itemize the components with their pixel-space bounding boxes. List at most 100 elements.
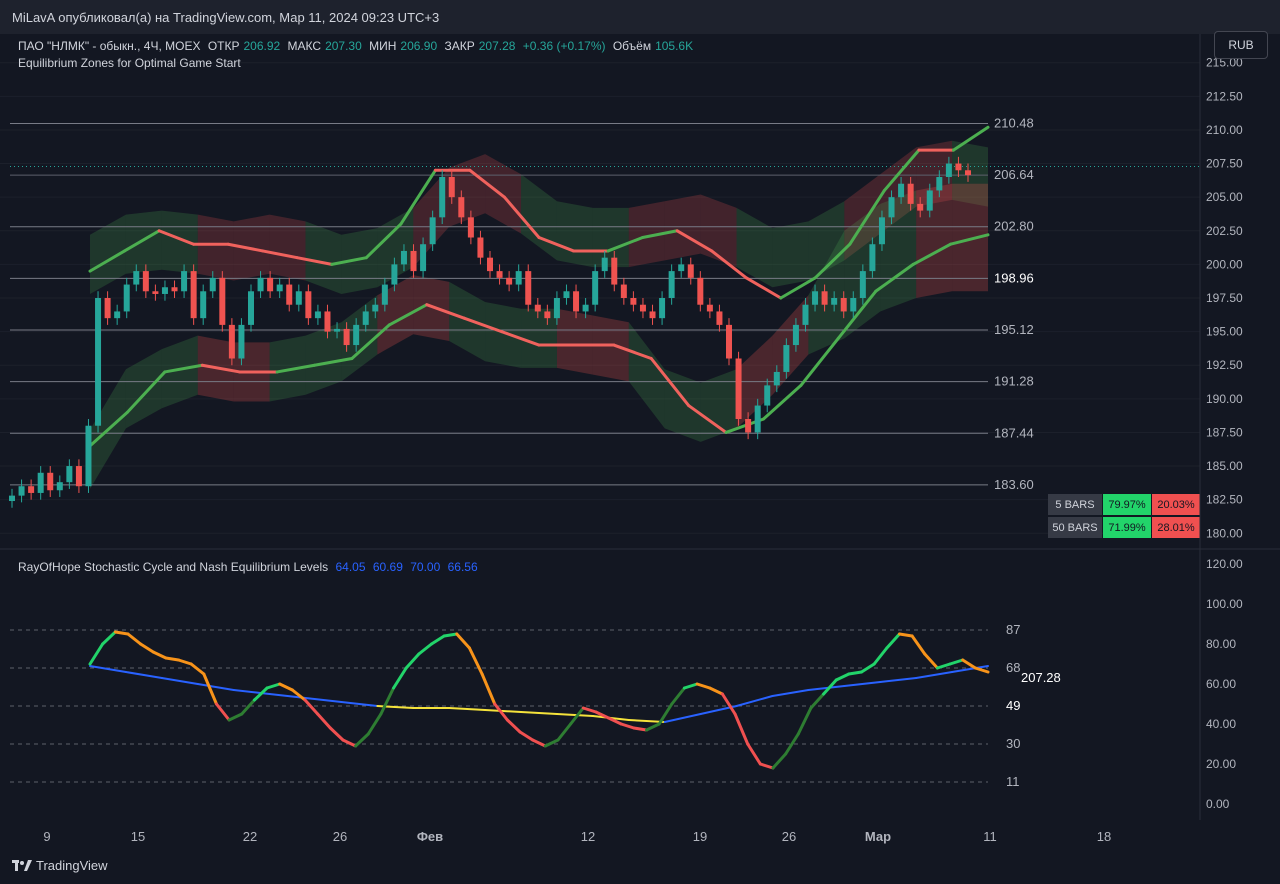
close-value: 207.28 xyxy=(478,39,516,53)
candle-body xyxy=(343,328,350,346)
osc-value-4: 66.56 xyxy=(447,560,478,574)
candle-body xyxy=(582,304,589,312)
candle-body xyxy=(515,271,522,285)
price-tick-label: 210.00 xyxy=(1206,123,1243,137)
stats-red-value: 28.01% xyxy=(1157,522,1195,534)
candle-body xyxy=(420,244,427,272)
volume-label: Объём xyxy=(612,39,652,53)
candle-body xyxy=(630,298,637,305)
stochastic-line xyxy=(897,632,914,638)
candle-body xyxy=(601,257,608,272)
candle-body xyxy=(295,291,302,305)
high-value: 207.30 xyxy=(325,39,362,53)
axes: 215.00212.50210.00207.50205.00202.50200.… xyxy=(0,34,1280,844)
osc-tick-label: 60.00 xyxy=(1206,677,1236,691)
indicator-legend[interactable]: Equilibrium Zones for Optimal Game Start xyxy=(18,56,241,70)
price-tick-label: 212.50 xyxy=(1206,89,1243,103)
candle-body xyxy=(95,298,102,426)
osc-tick-label: 40.00 xyxy=(1206,717,1236,731)
nash-equilibrium-line xyxy=(843,681,882,687)
oscillator-pane[interactable]: 87 68 49 30 11 207.28 xyxy=(10,622,1061,789)
stochastic-line xyxy=(126,632,143,646)
candle-body xyxy=(123,284,130,312)
stochastic-line xyxy=(189,662,206,676)
nash-equilibrium-line xyxy=(340,701,379,707)
lower-equilibrium-zone xyxy=(521,308,557,368)
time-tick-label: 18 xyxy=(1097,829,1111,844)
candle-body xyxy=(936,177,943,191)
price-tick-label: 202.50 xyxy=(1206,224,1243,238)
stochastic-line xyxy=(290,688,307,702)
stochastic-line xyxy=(404,652,421,670)
candle-body xyxy=(850,298,857,312)
osc-level-label: 49 xyxy=(1006,698,1020,713)
stochastic-line xyxy=(265,682,282,690)
candle-body xyxy=(649,311,656,319)
upper-equilibrium-zone xyxy=(521,174,557,261)
candle-body xyxy=(878,217,885,245)
candle-body xyxy=(773,371,780,386)
tradingview-brand[interactable]: TradingView xyxy=(36,858,108,873)
candle-body xyxy=(487,257,493,272)
price-tick-label: 192.50 xyxy=(1206,358,1243,372)
candle-body xyxy=(716,311,723,325)
nash-equilibrium-line xyxy=(771,689,810,697)
upper-equilibrium-zone xyxy=(556,201,593,268)
nash-equilibrium-line xyxy=(124,671,163,679)
candle-body xyxy=(190,271,197,319)
stochastic-line xyxy=(619,722,636,730)
currency-button[interactable]: RUB xyxy=(1214,31,1268,59)
stochastic-line xyxy=(392,666,408,690)
price-tick-label: 195.00 xyxy=(1206,325,1243,339)
stochastic-line xyxy=(556,722,573,742)
stochastic-line xyxy=(935,662,952,670)
price-tick-label: 205.00 xyxy=(1206,190,1243,204)
candle-body xyxy=(200,291,207,319)
price-tick-label: 185.00 xyxy=(1206,459,1243,473)
candle-body xyxy=(410,250,417,272)
volume-value: 105.6K xyxy=(655,39,694,53)
candle-body xyxy=(926,190,933,211)
osc-level-label: 11 xyxy=(1006,774,1020,789)
upper-equilibrium-zone xyxy=(592,207,629,268)
stochastic-line xyxy=(417,642,433,656)
level-label: 210.48 xyxy=(994,115,1034,130)
candle-body xyxy=(706,304,713,312)
candle-body xyxy=(181,271,188,292)
stochastic-line xyxy=(695,682,712,690)
candle-body xyxy=(448,177,455,198)
price-pane[interactable]: 210.48 206.64 202.80 198.96 195.12 191.28 187.… xyxy=(0,62,1200,538)
stochastic-line xyxy=(581,706,598,714)
time-tick-label: 22 xyxy=(243,829,257,844)
upper-equilibrium-zone xyxy=(197,214,234,281)
nash-equilibrium-line xyxy=(196,683,235,691)
candle-body xyxy=(783,345,790,372)
chart-canvas[interactable]: 210.48 206.64 202.80 198.96 195.12 191.28 187.… xyxy=(0,34,1280,852)
time-tick-label: 15 xyxy=(131,829,145,844)
level-label: 202.80 xyxy=(994,219,1034,234)
osc-level-label: 30 xyxy=(1006,736,1020,751)
candle-body xyxy=(85,425,92,487)
stochastic-line xyxy=(847,670,864,676)
candle-body xyxy=(802,304,809,325)
candle-body xyxy=(620,284,627,298)
candle-body xyxy=(114,311,121,319)
open-value: 206.92 xyxy=(243,39,281,53)
osc-tick-label: 80.00 xyxy=(1206,637,1236,651)
candle-body xyxy=(56,482,63,491)
stochastic-line xyxy=(202,672,218,706)
stochastic-line xyxy=(151,650,168,660)
lower-equilibrium-zone xyxy=(449,281,486,362)
candle-body xyxy=(831,298,838,305)
nash-equilibrium-line xyxy=(663,713,702,723)
stochastic-line xyxy=(240,698,256,716)
level-label: 195.12 xyxy=(994,322,1034,337)
candle-body xyxy=(792,324,799,346)
symbol-title[interactable]: ПАО "НЛМК" - обыкн., 4Ч, MOEX xyxy=(18,39,200,53)
nash-equilibrium-line xyxy=(89,665,127,673)
time-tick-label: Фев xyxy=(417,829,443,844)
candle-body xyxy=(142,271,149,292)
stochastic-line xyxy=(328,726,345,742)
oscillator-legend[interactable]: RayOfHope Stochastic Cycle and Nash Equi… xyxy=(18,560,482,574)
stochastic-line xyxy=(177,658,193,666)
